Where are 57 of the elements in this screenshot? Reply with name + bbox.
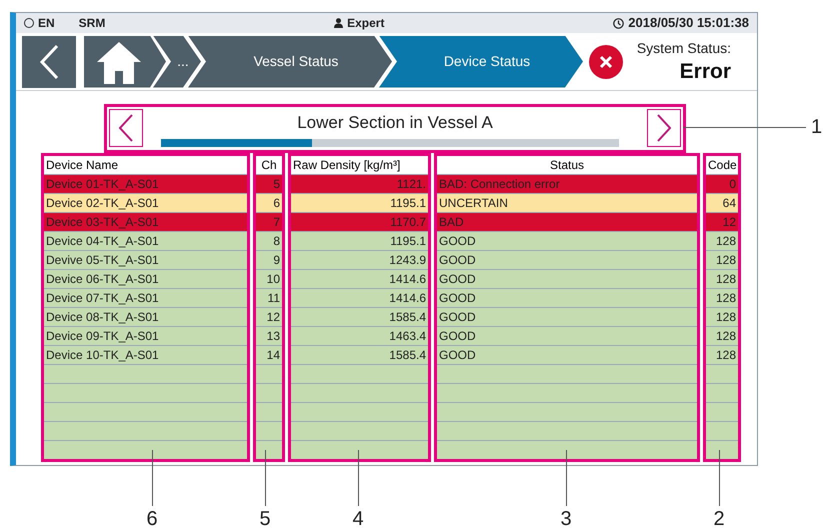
- column-header: Device Name: [44, 156, 247, 174]
- system-status-label: System Status:: [636, 39, 731, 58]
- section-title: Lower Section in Vessel A: [296, 112, 494, 134]
- table-cell: UNCERTAIN: [437, 193, 697, 212]
- callout-number: 3: [559, 508, 573, 530]
- table-cell: Device 03-TK_A-S01: [44, 212, 247, 231]
- table-cell: BAD: Connection error: [437, 174, 697, 193]
- table-cell: Device 04-TK_A-S01: [44, 231, 247, 250]
- back-button[interactable]: [22, 36, 76, 88]
- chevron-left-icon: [119, 114, 133, 142]
- datetime-label: 2018/05/30 15:01:38: [628, 14, 749, 32]
- home-button[interactable]: [84, 36, 166, 88]
- table-cell: Device 07-TK_A-S01: [44, 288, 247, 307]
- table-cell: 64: [706, 193, 738, 212]
- user-label: Expert: [347, 15, 384, 32]
- column-header: Status: [437, 156, 697, 174]
- table-cell: 7: [256, 212, 282, 231]
- table-cell: Device 02-TK_A-S01: [44, 193, 247, 212]
- table-cell: Device 01-TK_A-S01: [44, 174, 247, 193]
- callout-number: 4: [351, 508, 365, 530]
- callout-number: 5: [258, 508, 272, 530]
- home-icon: [96, 40, 142, 84]
- table-cell: 1170.7: [291, 212, 428, 231]
- chevron-left-icon: [39, 44, 59, 80]
- language-label[interactable]: EN: [38, 14, 55, 32]
- callout-number: 2: [712, 508, 726, 530]
- clock-icon: [613, 18, 624, 28]
- table-cell: Device 06-TK_A-S01: [44, 269, 247, 288]
- leader-line: [265, 450, 266, 506]
- breadcrumb-item[interactable]: Device Status: [379, 36, 583, 88]
- column-header: Raw Density [kg/m³]: [291, 156, 428, 174]
- table-cell: 1195.1: [291, 193, 428, 212]
- leader-line: [566, 450, 567, 506]
- table-cell: Devive 05-TK_A-S01: [44, 250, 247, 269]
- table-cell: 1121.: [291, 174, 428, 193]
- table-cell: 6: [256, 193, 282, 212]
- table-cell: BAD: [437, 212, 697, 231]
- user-icon: [334, 18, 344, 28]
- leader-line: [719, 450, 720, 506]
- table-cell: Device 08-TK_A-S01: [44, 307, 247, 326]
- app-label: SRM: [78, 15, 106, 32]
- table-cell: 5: [256, 174, 282, 193]
- previous-button[interactable]: [109, 109, 143, 147]
- column-header: Ch: [256, 156, 282, 174]
- table-cell: Device 10-TK_A-S01: [44, 345, 247, 364]
- table-cell: 0: [706, 174, 738, 193]
- system-status-value: Error: [680, 59, 731, 85]
- chevron-right-icon: [657, 114, 671, 142]
- table-cell: Device 09-TK_A-S01: [44, 326, 247, 345]
- breadcrumb-item[interactable]: Vessel Status: [188, 36, 392, 88]
- callout-number: 6: [145, 508, 159, 530]
- leader-line: [358, 450, 359, 506]
- table-cell: 12: [706, 212, 738, 231]
- leader-line: [152, 450, 153, 506]
- callout-number: 1: [811, 116, 822, 138]
- column-header: Code: [706, 156, 738, 174]
- next-button[interactable]: [647, 109, 681, 147]
